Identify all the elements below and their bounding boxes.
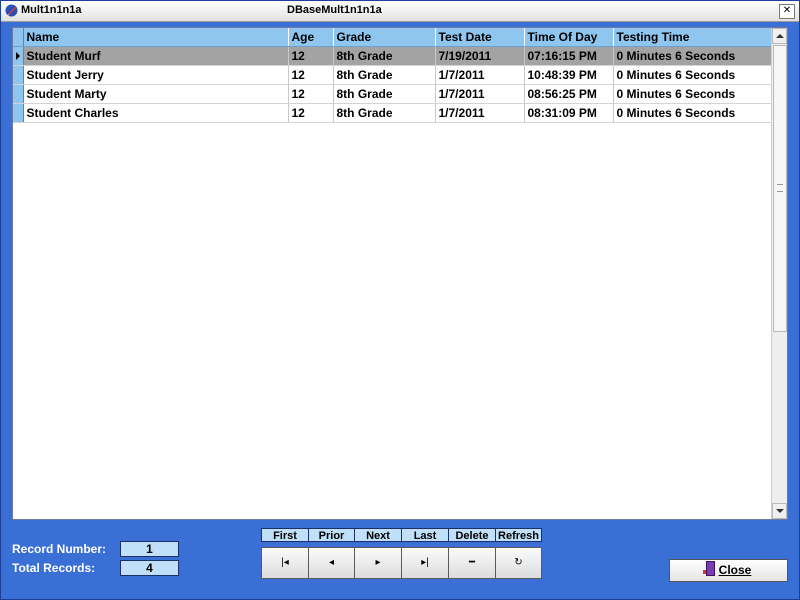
cell-test-date[interactable]: 7/19/2011 (435, 46, 525, 66)
table-row[interactable]: Student Marty 12 8th Grade 1/7/2011 08:5… (13, 84, 772, 104)
next-label: Next (354, 528, 402, 542)
cell-grade[interactable]: 8th Grade (333, 65, 436, 85)
scroll-down-arrow-icon (776, 509, 784, 513)
prior-label: Prior (308, 528, 355, 542)
window-title: Mult1n1n1a (21, 4, 82, 16)
window-caption: DBaseMult1n1n1a (287, 4, 382, 16)
column-header-grade[interactable]: Grade (333, 28, 436, 47)
row-indicator[interactable] (13, 103, 24, 123)
next-record-icon: ▸ (375, 557, 381, 568)
header-row: Name Age Grade Test Date Time Of Day Tes… (13, 28, 772, 47)
prior-record-icon: ◂ (328, 557, 335, 568)
cell-testing-time[interactable]: 0 Minutes 6 Seconds (613, 84, 772, 104)
column-header-name[interactable]: Name (23, 28, 289, 47)
table-row[interactable]: Student Murf 12 8th Grade 7/19/2011 07:1… (13, 46, 772, 66)
column-header-time-of-day[interactable]: Time Of Day (524, 28, 614, 47)
door-exit-icon (702, 561, 715, 576)
row-indicator[interactable] (13, 65, 24, 85)
cell-time-of-day[interactable]: 08:56:25 PM (524, 84, 614, 104)
cell-name[interactable]: Student Charles (23, 103, 289, 123)
current-row-pointer-icon (16, 52, 20, 60)
cell-testing-time[interactable]: 0 Minutes 6 Seconds (613, 65, 772, 85)
cell-name[interactable]: Student Marty (23, 84, 289, 104)
first-label: First (261, 528, 309, 542)
window-close-button[interactable]: ✕ (779, 4, 795, 19)
delete-button[interactable]: ━ (448, 547, 496, 579)
scroll-up-button[interactable] (772, 28, 787, 44)
column-header-test-date[interactable]: Test Date (435, 28, 525, 47)
cell-testing-time[interactable]: 0 Minutes 6 Seconds (613, 103, 772, 123)
first-record-icon: |◂ (281, 557, 289, 568)
last-record-icon: ▸| (421, 557, 429, 568)
cell-age[interactable]: 12 (288, 65, 334, 85)
cell-age[interactable]: 12 (288, 103, 334, 123)
total-records-field: 4 (120, 560, 179, 576)
table-row[interactable]: Student Charles 12 8th Grade 1/7/2011 08… (13, 103, 772, 123)
cell-test-date[interactable]: 1/7/2011 (435, 84, 525, 104)
row-indicator[interactable] (13, 46, 24, 66)
cell-grade[interactable]: 8th Grade (333, 103, 436, 123)
scroll-down-button[interactable] (772, 503, 787, 519)
thumb-grip-icon (777, 184, 783, 192)
refresh-label: Refresh (495, 528, 542, 542)
row-indicator[interactable] (13, 84, 24, 104)
first-button[interactable]: |◂ (261, 547, 309, 579)
refresh-button[interactable]: ↻ (495, 547, 542, 579)
row-indicator-header (13, 28, 24, 47)
scroll-up-arrow-icon (776, 34, 784, 38)
cell-grade[interactable]: 8th Grade (333, 46, 436, 66)
cell-name[interactable]: Student Jerry (23, 65, 289, 85)
last-label: Last (401, 528, 449, 542)
record-number-label: Record Number: (12, 542, 107, 556)
cell-age[interactable]: 12 (288, 84, 334, 104)
vertical-scrollbar[interactable] (771, 28, 787, 519)
column-header-age[interactable]: Age (288, 28, 334, 47)
total-records-label: Total Records: (12, 561, 96, 575)
next-button[interactable]: ▸ (354, 547, 402, 579)
cell-testing-time[interactable]: 0 Minutes 6 Seconds (613, 46, 772, 66)
cell-age[interactable]: 12 (288, 46, 334, 66)
main-window: Mult1n1n1a DBaseMult1n1n1a ✕ Name Age Gr… (0, 0, 800, 600)
record-number-field: 1 (120, 541, 179, 557)
cell-time-of-day[interactable]: 10:48:39 PM (524, 65, 614, 85)
cell-name[interactable]: Student Murf (23, 46, 289, 66)
cell-grade[interactable]: 8th Grade (333, 84, 436, 104)
cell-test-date[interactable]: 1/7/2011 (435, 103, 525, 123)
delete-label: Delete (448, 528, 496, 542)
close-button[interactable]: Close (669, 559, 788, 582)
cell-time-of-day[interactable]: 07:16:15 PM (524, 46, 614, 66)
title-bar: Mult1n1n1a DBaseMult1n1n1a ✕ (1, 1, 799, 22)
records-grid[interactable]: Name Age Grade Test Date Time Of Day Tes… (12, 27, 788, 520)
delete-record-icon: ━ (468, 557, 476, 568)
refresh-icon: ↻ (514, 557, 523, 568)
close-button-label: Close (718, 563, 752, 577)
cell-test-date[interactable]: 1/7/2011 (435, 65, 525, 85)
scrollbar-thumb[interactable] (773, 45, 787, 332)
cell-time-of-day[interactable]: 08:31:09 PM (524, 103, 614, 123)
records-table: Name Age Grade Test Date Time Of Day Tes… (13, 28, 772, 123)
prior-button[interactable]: ◂ (308, 547, 355, 579)
last-button[interactable]: ▸| (401, 547, 449, 579)
table-row[interactable]: Student Jerry 12 8th Grade 1/7/2011 10:4… (13, 65, 772, 85)
column-header-testing-time[interactable]: Testing Time (613, 28, 772, 47)
app-icon (5, 4, 18, 17)
